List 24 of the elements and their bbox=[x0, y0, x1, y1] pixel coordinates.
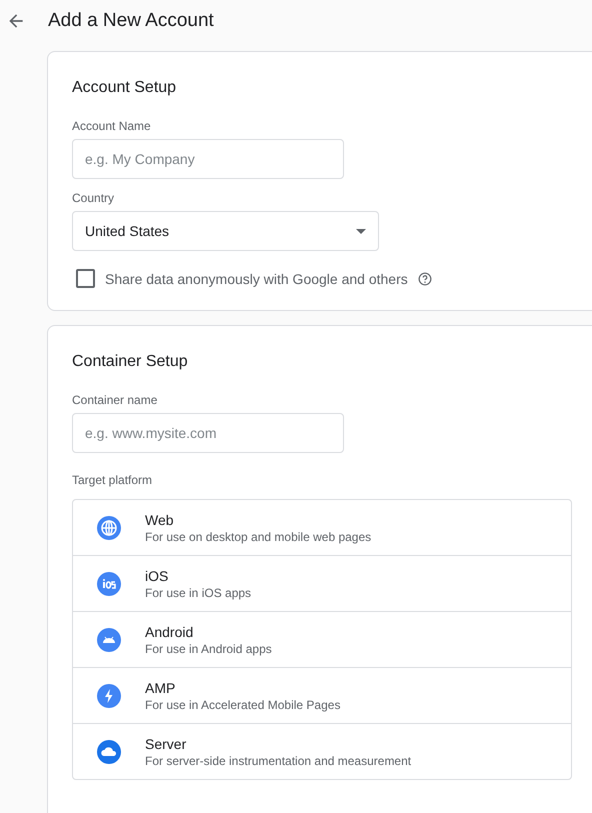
field-label: Target platform bbox=[72, 473, 154, 487]
globe-icon bbox=[97, 516, 121, 540]
cloud-icon bbox=[97, 740, 121, 764]
platform-option[interactable]: Android For use in Android apps bbox=[73, 611, 571, 667]
share-data-checkbox[interactable] bbox=[76, 269, 95, 288]
container-name-field[interactable]: e.g. www.mysite.com bbox=[72, 413, 344, 453]
checkbox-label: Share data anonymously with Google and others bbox=[105, 270, 408, 286]
page-title: Add a New Account bbox=[48, 10, 214, 32]
section-title: Account Setup bbox=[72, 79, 178, 97]
account-name-field[interactable]: e.g. My Company bbox=[72, 139, 344, 179]
android-icon bbox=[97, 628, 121, 652]
dropdown-caret-icon bbox=[356, 228, 366, 234]
platform-option[interactable]: Server For server-side instrumentation and measurement bbox=[73, 723, 571, 779]
platform-option[interactable]: AMP For use in Accelerated Mobile Pages bbox=[73, 667, 571, 723]
field-label: Container name bbox=[72, 393, 158, 407]
platform-option[interactable]: iOS For use in iOS apps bbox=[73, 555, 571, 611]
field-label: Account Name bbox=[72, 119, 152, 133]
field-label: Country bbox=[72, 191, 116, 205]
help-icon[interactable] bbox=[418, 272, 432, 286]
country-select[interactable]: United States bbox=[72, 211, 379, 251]
phone-app-icon bbox=[97, 572, 121, 596]
lightning-icon bbox=[97, 684, 121, 708]
platform-option[interactable]: Web For use on desktop and mobile web pages bbox=[73, 500, 571, 555]
section-title: Container Setup bbox=[72, 353, 189, 371]
